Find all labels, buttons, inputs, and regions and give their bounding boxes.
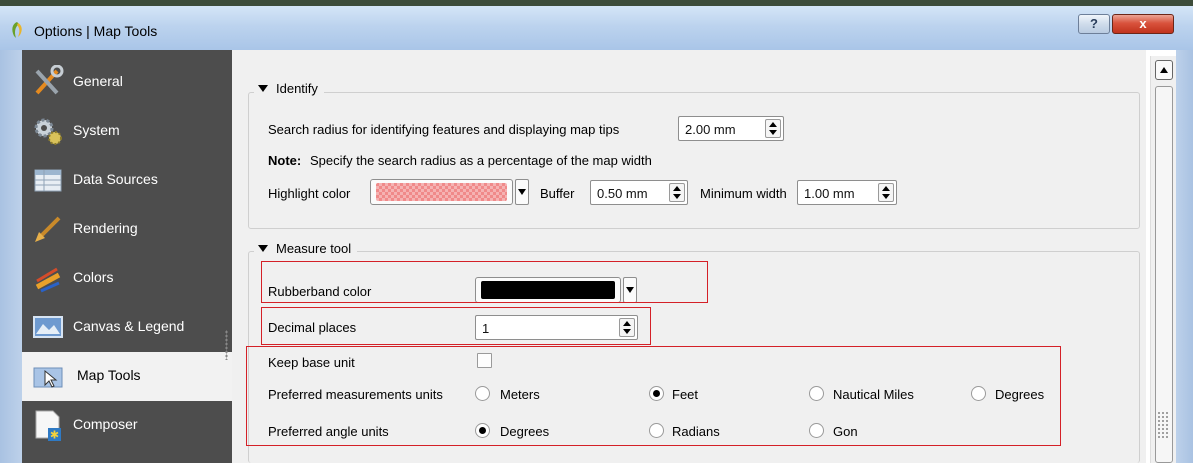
color-brushes-icon xyxy=(35,267,61,293)
window-frame-right xyxy=(1176,50,1193,463)
map-cursor-icon xyxy=(33,367,63,388)
sidebar-item-map-tools[interactable]: Map Tools xyxy=(22,352,232,401)
composer-page-icon: ✱ xyxy=(35,410,61,442)
note-label: Note: xyxy=(268,153,302,168)
spin-arrows-icon[interactable] xyxy=(765,119,781,138)
sidebar-item-label: Map Tools xyxy=(77,367,141,383)
sidebar-item-composer[interactable]: ✱ Composer xyxy=(22,401,232,450)
search-radius-spinbox[interactable]: 2.00 mm xyxy=(678,116,784,141)
highlight-box-decimal-places xyxy=(261,307,651,345)
help-button[interactable]: ? xyxy=(1078,14,1110,34)
sidebar-item-colors[interactable]: Colors xyxy=(22,254,232,303)
highlight-color-dropdown[interactable] xyxy=(515,179,529,205)
scroll-up-arrow-icon[interactable] xyxy=(1155,60,1173,80)
vertical-scrollbar[interactable] xyxy=(1150,56,1176,463)
options-sidebar: General System Data Sources Rendering Co… xyxy=(22,50,232,463)
sidebar-item-system[interactable]: System xyxy=(22,107,232,156)
minimum-width-spinbox[interactable]: 1.00 mm xyxy=(797,180,897,205)
highlight-color-button[interactable] xyxy=(370,179,513,205)
collapse-arrow-icon xyxy=(258,85,268,92)
svg-text:✱: ✱ xyxy=(50,429,59,442)
highlight-box-rubberband xyxy=(261,261,708,303)
sidebar-item-label: Canvas & Legend xyxy=(73,318,185,334)
minimum-width-label: Minimum width xyxy=(700,186,787,201)
splitter-handle[interactable] xyxy=(225,330,228,360)
search-radius-value: 2.00 mm xyxy=(685,122,736,137)
sidebar-item-label: Composer xyxy=(73,416,138,432)
highlight-color-label: Highlight color xyxy=(268,186,351,201)
measure-tool-group-title: Measure tool xyxy=(276,241,352,256)
sidebar-item-data-sources[interactable]: Data Sources xyxy=(22,156,232,205)
highlight-color-swatch xyxy=(376,183,507,201)
close-button[interactable]: x xyxy=(1112,14,1174,34)
sidebar-item-label: Data Sources xyxy=(73,171,158,187)
sidebar-item-label: Colors xyxy=(73,269,114,285)
identify-group-header[interactable]: Identify xyxy=(254,81,324,96)
buffer-label: Buffer xyxy=(540,186,575,201)
sidebar-item-general[interactable]: General xyxy=(22,58,232,107)
collapse-arrow-icon xyxy=(258,245,268,252)
spin-arrows-icon[interactable] xyxy=(878,183,894,202)
highlight-box-units xyxy=(246,346,1061,446)
note-text: Specify the search radius as a percentag… xyxy=(310,153,652,168)
sidebar-item-canvas-legend[interactable]: Canvas & Legend xyxy=(22,303,232,352)
table-icon xyxy=(34,169,62,192)
buffer-spinbox[interactable]: 0.50 mm xyxy=(590,180,688,205)
title-bar: Options | Map Tools ? x xyxy=(0,0,1193,50)
measure-tool-group-header[interactable]: Measure tool xyxy=(254,241,358,256)
sidebar-item-label: Rendering xyxy=(73,220,138,236)
search-radius-label: Search radius for identifying features a… xyxy=(268,122,620,137)
sidebar-item-rendering[interactable]: Rendering xyxy=(22,205,232,254)
minimum-width-value: 1.00 mm xyxy=(804,186,855,201)
sidebar-item-label: General xyxy=(73,73,123,89)
window-title: Options | Map Tools xyxy=(34,23,158,39)
window-frame-left xyxy=(0,50,22,463)
qgis-logo-icon xyxy=(12,22,22,38)
tools-icon xyxy=(35,65,64,95)
resize-grip[interactable] xyxy=(1157,411,1170,439)
spin-arrows-icon[interactable] xyxy=(669,183,685,202)
sidebar-item-label: System xyxy=(73,122,120,138)
map-canvas-icon xyxy=(33,316,63,338)
identify-group-title: Identify xyxy=(276,81,318,96)
gears-icon xyxy=(34,118,62,145)
buffer-value: 0.50 mm xyxy=(597,186,648,201)
paintbrush-icon xyxy=(35,216,61,242)
scrollbar-track[interactable] xyxy=(1155,86,1173,463)
